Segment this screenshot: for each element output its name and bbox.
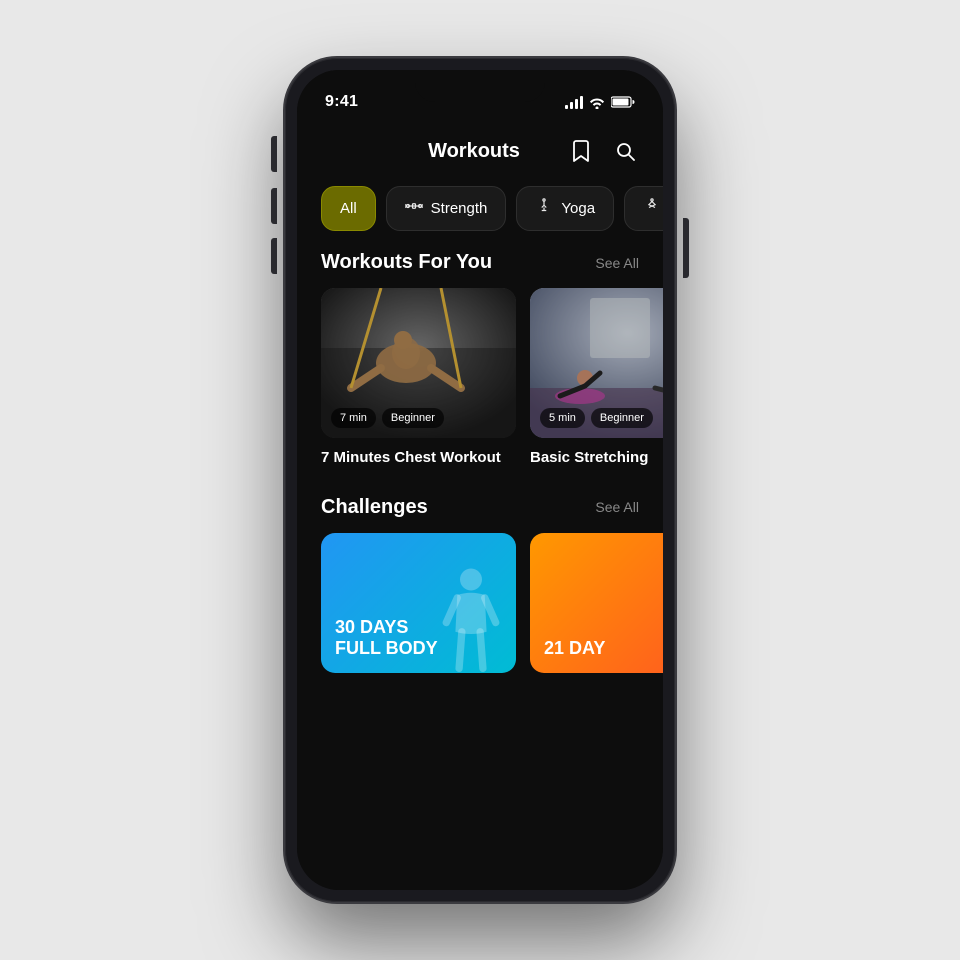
page-header: Workouts [297,120,663,178]
category-tabs: All Strength [297,178,663,247]
card-image-stretching: 5 min Beginner [530,288,663,438]
stretching-card-badges: 5 min Beginner [540,408,653,428]
phone-screen: 9:41 [297,70,663,890]
challenge-card-21days[interactable]: 21 DAY [530,533,663,673]
challenges-see-all-button[interactable]: See All [595,499,639,515]
challenge-card-30days[interactable]: 30 DAYS FULL BODY [321,533,516,673]
challenges-section-header: Challenges See All [297,492,663,533]
stretching-duration-badge: 5 min [540,408,585,428]
search-button[interactable] [611,137,639,165]
status-icons [565,95,635,109]
tab-yoga[interactable]: Yoga [516,186,614,231]
workouts-section-title: Workouts For You [321,251,492,274]
notch [415,70,545,102]
challenge-30days-line2: FULL BODY [335,638,502,659]
chest-duration-badge: 7 min [331,408,376,428]
phone-frame: 9:41 [285,58,675,902]
stretching-card-title: Basic Stretching [530,448,663,468]
workout-cards-list: 7 min Beginner 7 Minutes Chest Workout [297,288,663,492]
chest-card-title: 7 Minutes Chest Workout [321,448,516,468]
signal-icon [565,95,583,109]
stretching-level-badge: Beginner [591,408,653,428]
yoga-icon [535,197,553,220]
workouts-see-all-button[interactable]: See All [595,255,639,271]
workout-card-stretching[interactable]: 5 min Beginner Basic Stretching [530,288,663,468]
workout-card-chest[interactable]: 7 min Beginner 7 Minutes Chest Workout [321,288,516,468]
strength-icon [405,197,423,220]
challenge-30days-line1: 30 DAYS [335,617,502,638]
tab-strength[interactable]: Strength [386,186,507,231]
battery-icon [611,96,635,108]
page-title: Workouts [381,140,567,163]
tab-all-label: All [340,200,357,217]
challenges-cards-list: 30 DAYS FULL BODY 21 DAY [297,533,663,697]
bookmark-button[interactable] [567,136,595,166]
challenge-21days-line1: 21 DAY [544,638,663,659]
chest-card-badges: 7 min Beginner [331,408,444,428]
chest-level-badge: Beginner [382,408,444,428]
challenges-section-title: Challenges [321,496,428,519]
workouts-section-header: Workouts For You See All [297,247,663,288]
tab-yoga-label: Yoga [561,200,595,217]
status-time: 9:41 [325,93,358,111]
tab-strength-label: Strength [431,200,488,217]
wifi-icon [589,96,605,109]
header-action-icons [567,136,639,166]
card-image-chest: 7 min Beginner [321,288,516,438]
scroll-content[interactable]: Workouts [297,120,663,890]
stretching-icon [643,197,661,220]
tab-all[interactable]: All [321,186,376,231]
tab-stretching[interactable]: Stre... [624,186,663,231]
